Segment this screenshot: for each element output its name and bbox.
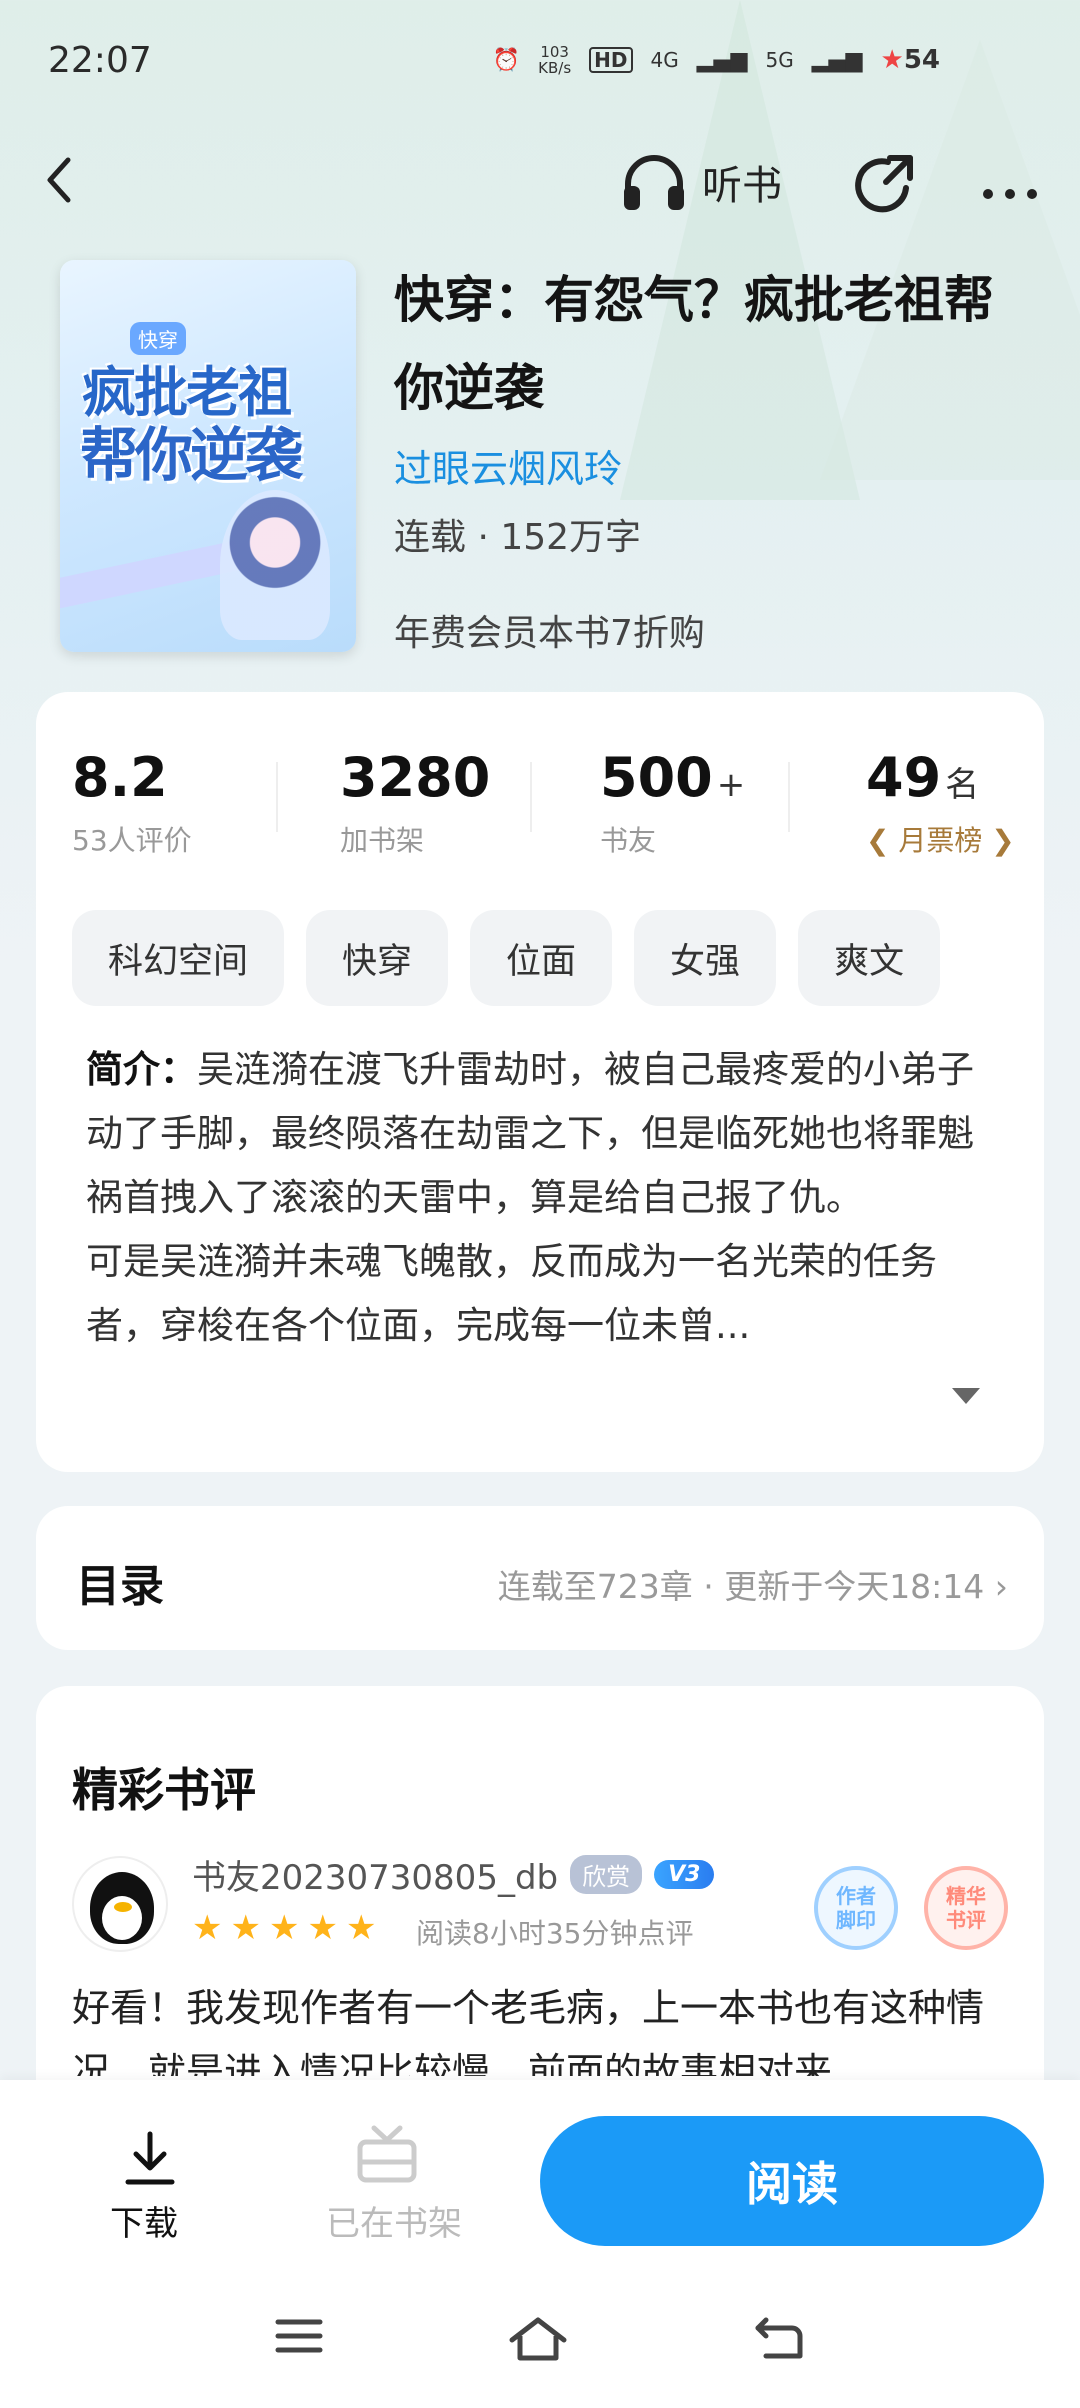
star-icon: ★ — [230, 1908, 261, 1948]
intro-label: 简介： — [86, 1048, 197, 1091]
tag-item[interactable]: 快穿 — [306, 910, 449, 1006]
author-link[interactable]: 过眼云烟风玲 — [394, 438, 622, 493]
signal-bars-icon: ▂▄▆ — [696, 47, 748, 73]
tag-item[interactable]: 科幻空间 — [72, 910, 285, 1006]
download-button[interactable] — [110, 2130, 190, 2194]
in-bookshelf-label: 已在书架 — [326, 2204, 462, 2244]
star-icon: ★ — [268, 1908, 300, 1948]
stat-rating[interactable]: 8.2 53人评价 — [72, 746, 192, 859]
cover-title-line2: 帮你逆袭 — [80, 421, 303, 489]
rating-stars: ★ ★ ★ ★ ★ — [192, 1908, 376, 1948]
divider — [276, 762, 278, 832]
home-icon — [509, 2317, 567, 2361]
intro-text-2: 可是吴涟漪并未魂飞魄散，反而成为一名光荣的任务者，穿梭在各个位面，完成每一位未曾… — [86, 1240, 937, 1347]
bookshelf-icon-wrap — [352, 2120, 422, 2190]
status-icons: ⏰ 103 KB/s HD 4G ▂▄▆ 5G ▂▄▆ ★54 — [493, 44, 940, 76]
chevron-right-icon: › — [994, 1567, 1008, 1606]
menu-nav-button[interactable] — [274, 2316, 324, 2360]
toc-info: 连载至723章 · 更新于今天18:14 › — [497, 1567, 1008, 1606]
listen-button[interactable]: 听书 — [620, 152, 782, 212]
stat-bookshelf: 3280 加书架 — [340, 746, 491, 857]
headphones-icon — [624, 155, 684, 210]
divider — [530, 762, 532, 832]
chevron-left-icon — [47, 157, 71, 203]
home-nav-button[interactable] — [508, 2316, 568, 2366]
stat-readers[interactable]: 500 + 书友 — [600, 746, 745, 859]
review-text[interactable]: 好看！我发现作者有一个老毛病，上一本书也有这种情况，就是进入情况比较慢，前面的故… — [72, 1976, 1012, 2076]
rank-label: ❮ 月票榜 ❯ — [866, 824, 1015, 857]
toc-title: 目录 — [76, 1561, 164, 1612]
bookshelf-icon — [357, 2125, 417, 2183]
signal-bars-icon: ▂▄▆ — [811, 47, 863, 73]
star-icon: ★ — [345, 1908, 377, 1948]
back-button[interactable] — [40, 150, 80, 220]
download-label: 下载 — [110, 2204, 178, 2244]
review-read-info: 阅读8小时35分钟点评 — [416, 1917, 694, 1950]
avatar[interactable] — [72, 1856, 168, 1952]
read-button[interactable]: 阅读 — [540, 2116, 1044, 2246]
more-options-button[interactable] — [980, 160, 1040, 216]
review-section-title: 精彩书评 — [72, 1763, 256, 1817]
book-meta: 连载 · 152万字 — [394, 517, 642, 558]
net-speed: 103 KB/s — [538, 43, 572, 77]
share-button[interactable] — [850, 150, 920, 220]
book-title: 快穿：有怨气？疯批老祖帮你逆袭 — [394, 271, 994, 417]
tag-list: 科幻空间 快穿 位面 女强 爽文 — [72, 910, 941, 1006]
alarm-icon: ⏰ — [492, 47, 521, 73]
signal-5g-icon: 5G — [765, 48, 794, 72]
star-icon: ★ — [192, 1908, 223, 1948]
member-promo[interactable]: 年费会员本书7折购 — [394, 604, 705, 656]
download-icon — [125, 2131, 175, 2185]
status-time: 22:07 — [48, 40, 152, 81]
more-dots-icon — [983, 189, 1037, 199]
tag-item[interactable]: 女强 — [634, 910, 777, 1006]
tag-item[interactable]: 位面 — [470, 910, 613, 1006]
signal-4g-icon: 4G — [650, 48, 679, 72]
featured-review-seal: 精华 书评 — [924, 1866, 1008, 1950]
cover-strip — [60, 540, 242, 610]
star-icon: ★ — [307, 1908, 338, 1948]
hd-icon: HD — [589, 47, 633, 73]
stat-monthly-rank[interactable]: 49 名 ❮ 月票榜 ❯ — [866, 746, 1015, 859]
book-cover[interactable]: 快穿 疯批老祖 帮你逆袭 — [60, 260, 356, 652]
review-user[interactable]: 书友20230730805_db 欣赏 V3 — [192, 1850, 715, 1899]
appreciate-badge: 欣赏 — [570, 1855, 643, 1894]
book-info-card: 8.2 53人评价 3280 加书架 500 + 书友 49 名 ❮ 月票榜 ❯ 科… — [36, 692, 1044, 1472]
level-badge: V3 — [654, 1860, 715, 1889]
divider — [788, 762, 790, 832]
menu-icon — [275, 2319, 323, 2353]
intro-text: 吴涟漪在渡飞升雷劫时，被自己最疼爱的小弟子动了手脚，最终陨落在劫雷之下，但是临死… — [86, 1048, 974, 1219]
battery-level: ★54 — [880, 45, 941, 75]
back-nav-button[interactable] — [752, 2316, 806, 2364]
tag-item[interactable]: 爽文 — [798, 910, 941, 1006]
review-username: 书友20230730805_db — [192, 1858, 559, 1898]
book-intro[interactable]: 简介：吴涟漪在渡飞升雷劫时，被自己最疼爱的小弟子动了手脚，最终陨落在劫雷之下，但… — [86, 1038, 1006, 1358]
bottom-action-bar: 下载 已在书架 阅读 — [0, 2080, 1080, 2408]
listen-label: 听书 — [702, 163, 782, 209]
cover-character-illustration — [220, 490, 330, 640]
expand-arrow-icon[interactable] — [952, 1388, 980, 1404]
author-footprint-seal: 作者 脚印 — [814, 1866, 898, 1950]
toc-card[interactable]: 目录 连载至723章 · 更新于今天18:14 › — [36, 1506, 1044, 1650]
share-icon — [855, 155, 913, 213]
back-nav-icon — [755, 2317, 803, 2359]
